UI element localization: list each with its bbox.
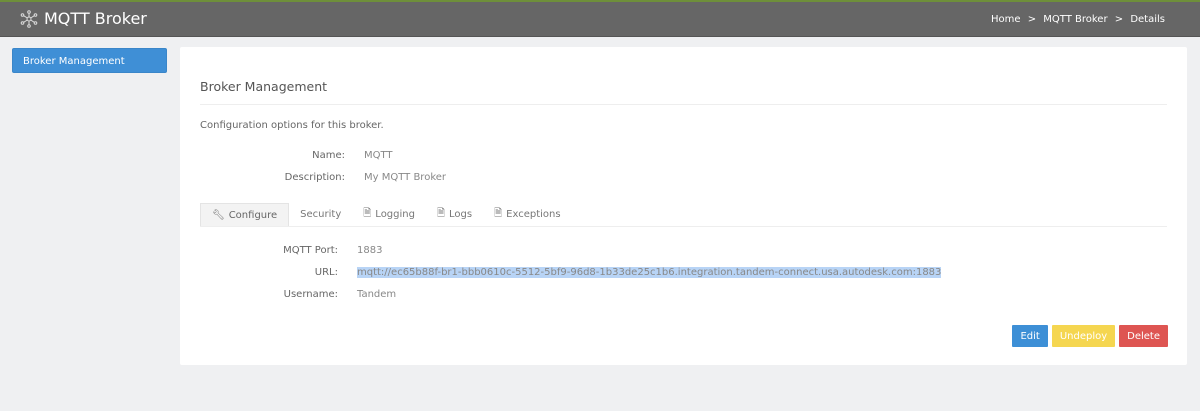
breadcrumb-home[interactable]: Home <box>991 14 1021 25</box>
tab-label: Logging <box>375 208 415 220</box>
port-row: MQTT Port: 1883 <box>180 245 382 256</box>
delete-button[interactable]: Delete <box>1119 325 1168 347</box>
tab-logging[interactable]: 🗎︎ Logging <box>352 203 426 226</box>
tab-label: Configure <box>228 209 278 221</box>
breadcrumb-details: Details <box>1130 14 1165 25</box>
page-title: Broker Management <box>200 79 328 94</box>
description-row: Description: My MQTT Broker <box>180 172 446 183</box>
breadcrumb-mqtt-broker[interactable]: MQTT Broker <box>1043 14 1107 25</box>
username-value: Tandem <box>357 289 397 300</box>
tab-security[interactable]: Security <box>289 203 353 226</box>
top-bar: MQTT Broker Home > MQTT Broker > Details <box>0 0 1200 37</box>
name-label: Name: <box>312 150 345 161</box>
panel-description: Configuration options for this broker. <box>200 120 384 131</box>
tab-label: Security <box>300 208 342 220</box>
name-value: MQTT <box>364 150 393 161</box>
tab-configure[interactable]: 🔧︎ Configure <box>200 203 290 226</box>
sidebar-item-broker-management[interactable]: Broker Management <box>12 48 167 73</box>
description-value: My MQTT Broker <box>364 172 447 183</box>
divider <box>200 104 1167 105</box>
document-icon: 🗎︎ <box>494 207 503 219</box>
tab-logs[interactable]: 🗎︎ Logs <box>425 203 484 226</box>
url-value[interactable]: mqtt://ec65b88f-br1-bbb0610c-5512-5bf9-9… <box>357 267 942 278</box>
username-label: Username: <box>283 289 338 300</box>
port-value: 1883 <box>357 245 383 256</box>
broker-panel: Broker Management Configuration options … <box>180 47 1187 365</box>
description-label: Description: <box>284 172 345 183</box>
url-row: URL: mqtt://ec65b88f-br1-bbb0610c-5512-5b… <box>180 267 942 278</box>
tab-label: Exceptions <box>506 208 561 220</box>
breadcrumb-separator: > <box>1114 14 1124 25</box>
username-row: Username: Tandem <box>180 289 397 300</box>
edit-button[interactable]: Edit <box>1012 325 1048 347</box>
document-icon: 🗎︎ <box>363 207 372 219</box>
breadcrumb-separator: > <box>1027 14 1037 25</box>
app-title: MQTT Broker <box>44 9 147 28</box>
port-label: MQTT Port: <box>283 245 338 256</box>
app-logo[interactable]: MQTT Broker <box>20 9 147 28</box>
undeploy-button[interactable]: Undeploy <box>1051 325 1116 347</box>
network-icon <box>20 9 38 28</box>
tab-exceptions[interactable]: 🗎︎ Exceptions <box>483 203 572 226</box>
name-row: Name: MQTT <box>180 150 393 161</box>
tab-label: Logs <box>449 208 473 220</box>
url-label: URL: <box>314 267 338 278</box>
wrench-icon: 🔧︎ <box>212 209 225 221</box>
document-icon: 🗎︎ <box>436 207 446 219</box>
tab-bar: 🔧︎ Configure Security 🗎︎ Logging 🗎︎ Logs 🗎︎… <box>200 203 1167 227</box>
breadcrumb: Home > MQTT Broker > Details <box>989 14 1167 25</box>
